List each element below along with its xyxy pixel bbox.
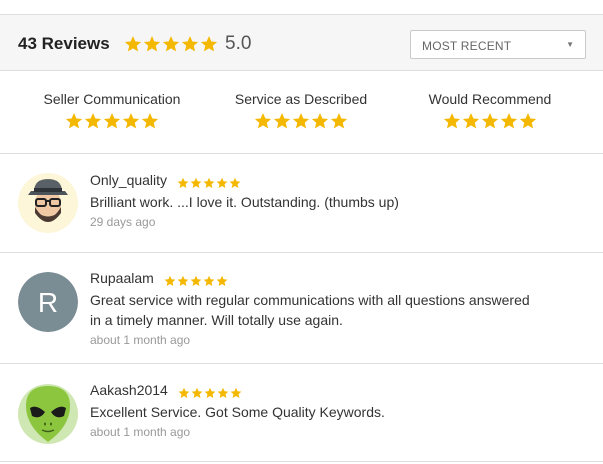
review-timestamp: 29 days ago: [90, 215, 156, 230]
review-body: Rupaalam Great service with regular comm…: [90, 269, 560, 348]
star-icon: [84, 113, 101, 129]
star-icon: [164, 275, 176, 286]
reviewer-name[interactable]: Rupaalam: [90, 270, 154, 286]
star-icon: [204, 387, 216, 398]
star-icon: [216, 275, 228, 286]
review-body: Only_quality Brilliant work. ...I love i…: [90, 171, 560, 230]
star-icon: [217, 387, 229, 398]
rating-category-label: Would Recommend: [428, 91, 552, 107]
star-icon: [143, 36, 161, 52]
sort-dropdown[interactable]: MOST RECENT ▼: [410, 30, 586, 59]
reviewer-name[interactable]: Aakash2014: [90, 382, 168, 398]
star-icon: [162, 36, 180, 52]
star-icon: [254, 113, 271, 129]
rating-seller-communication: Seller Communication: [12, 71, 212, 130]
review-stars: [164, 270, 229, 288]
average-rating-stars: [124, 35, 219, 53]
star-icon: [216, 177, 228, 188]
review-stars: [177, 172, 242, 190]
star-icon: [178, 387, 190, 398]
review-text: Great service with regular communication…: [90, 290, 560, 330]
review-timestamp: about 1 month ago: [90, 333, 191, 348]
star-icon: [500, 113, 517, 129]
star-icon: [177, 177, 189, 188]
reviews-count: 43 Reviews: [18, 34, 110, 53]
review-stars: [178, 382, 243, 400]
rating-category-stars: [12, 112, 212, 130]
rating-category-stars: [201, 112, 401, 130]
letter-avatar[interactable]: R: [18, 272, 78, 332]
star-icon: [122, 113, 139, 129]
reviews-header: 43 Reviews 5.0 MOST RECENT ▼: [0, 14, 603, 71]
star-icon: [229, 177, 241, 188]
star-icon: [273, 113, 290, 129]
alien-face-avatar[interactable]: [18, 384, 78, 444]
star-icon: [177, 275, 189, 286]
star-icon: [462, 113, 479, 129]
rating-category-label: Seller Communication: [43, 91, 181, 107]
review-text-line: in a timely manner. Will totally use aga…: [90, 312, 343, 329]
rating-service-as-described: Service as Described: [201, 71, 401, 130]
rating-category-label: Service as Described: [234, 91, 368, 107]
review-timestamp: about 1 month ago: [90, 425, 191, 440]
sort-selected-value: MOST RECENT: [422, 39, 512, 53]
star-icon: [203, 275, 215, 286]
star-icon: [141, 113, 158, 129]
star-icon: [311, 113, 328, 129]
review-item: Aakash2014 Excellent Service. Got Some Q…: [0, 364, 603, 462]
star-icon: [519, 113, 536, 129]
star-icon: [65, 113, 82, 129]
review-body: Aakash2014 Excellent Service. Got Some Q…: [90, 381, 560, 440]
rating-would-recommend: Would Recommend: [390, 71, 590, 130]
caret-down-icon: ▼: [566, 40, 574, 49]
review-text: Excellent Service. Got Some Quality Keyw…: [90, 404, 385, 421]
review-text-line: Great service with regular communication…: [90, 292, 530, 309]
star-icon: [481, 113, 498, 129]
hipster-face-avatar[interactable]: [18, 173, 78, 233]
ratings-breakdown: Seller Communication Service as Describe…: [0, 71, 603, 154]
star-icon: [181, 36, 199, 52]
rating-category-stars: [390, 112, 590, 130]
avatar-letter: R: [38, 287, 58, 318]
star-icon: [203, 177, 215, 188]
review-item: R Rupaalam Great service with regular co…: [0, 253, 603, 364]
review-text: Brilliant work. ...I love it. Outstandin…: [90, 194, 399, 211]
star-icon: [190, 177, 202, 188]
star-icon: [103, 113, 120, 129]
average-score: 5.0: [225, 33, 252, 54]
star-icon: [200, 36, 218, 52]
reviewer-name[interactable]: Only_quality: [90, 172, 167, 188]
star-icon: [230, 387, 242, 398]
review-item: Only_quality Brilliant work. ...I love i…: [0, 154, 603, 253]
star-icon: [124, 36, 142, 52]
star-icon: [443, 113, 460, 129]
star-icon: [190, 275, 202, 286]
star-icon: [330, 113, 347, 129]
star-icon: [191, 387, 203, 398]
star-icon: [292, 113, 309, 129]
